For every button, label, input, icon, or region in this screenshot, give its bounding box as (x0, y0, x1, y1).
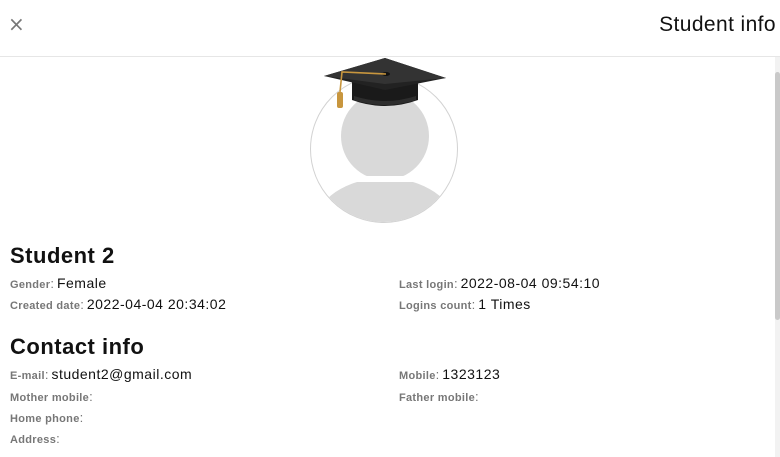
father-mobile-label: Father mobile (399, 392, 476, 404)
last-login-label: Last login (399, 279, 454, 291)
gender-field: Gender: Female (10, 275, 107, 291)
father-mobile-field: Father mobile: (399, 389, 479, 404)
gender-value: Female (56, 275, 107, 291)
email-label: E-mail (10, 370, 45, 382)
contact-info-title: Contact info (10, 334, 145, 359)
close-icon[interactable]: × (8, 13, 26, 35)
mobile-value: 1323123 (442, 366, 501, 382)
created-date-value: 2022-04-04 20:34:02 (86, 296, 227, 312)
scrollbar-thumb[interactable] (775, 72, 780, 320)
created-date-label: Created date (10, 300, 81, 312)
email-field: E-mail: student2@gmail.com (10, 366, 193, 382)
student-info-panel: × Student info Student 2 Gender:Female (0, 0, 780, 457)
logins-count-field: Logins count: 1 Times (399, 296, 531, 312)
logins-count-label: Logins count (399, 300, 472, 312)
last-login-value: 2022-08-04 09:54:10 (460, 275, 601, 291)
address-label: Address (10, 434, 57, 446)
email-value[interactable]: student2@gmail.com (51, 366, 192, 382)
last-login-field: Last login: 2022-08-04 09:54:10 (399, 275, 601, 291)
home-phone-label: Home phone (10, 413, 80, 425)
logins-count-value: 1 Times (478, 296, 531, 312)
mobile-field: Mobile: 1323123 (399, 366, 501, 382)
panel-title: Student info (659, 13, 776, 36)
created-date-field: Created date: 2022-04-04 20:34:02 (10, 296, 227, 312)
mother-mobile-field: Mother mobile: (10, 389, 93, 404)
mobile-label: Mobile (399, 370, 436, 382)
address-field: Address: (10, 431, 60, 446)
student-name: Student 2 (10, 243, 115, 268)
home-phone-field: Home phone: (10, 410, 84, 425)
gender-label: Gender (10, 279, 51, 291)
panel-header: × Student info (0, 0, 780, 57)
graduation-cap-icon (324, 58, 446, 108)
mother-mobile-label: Mother mobile (10, 392, 90, 404)
